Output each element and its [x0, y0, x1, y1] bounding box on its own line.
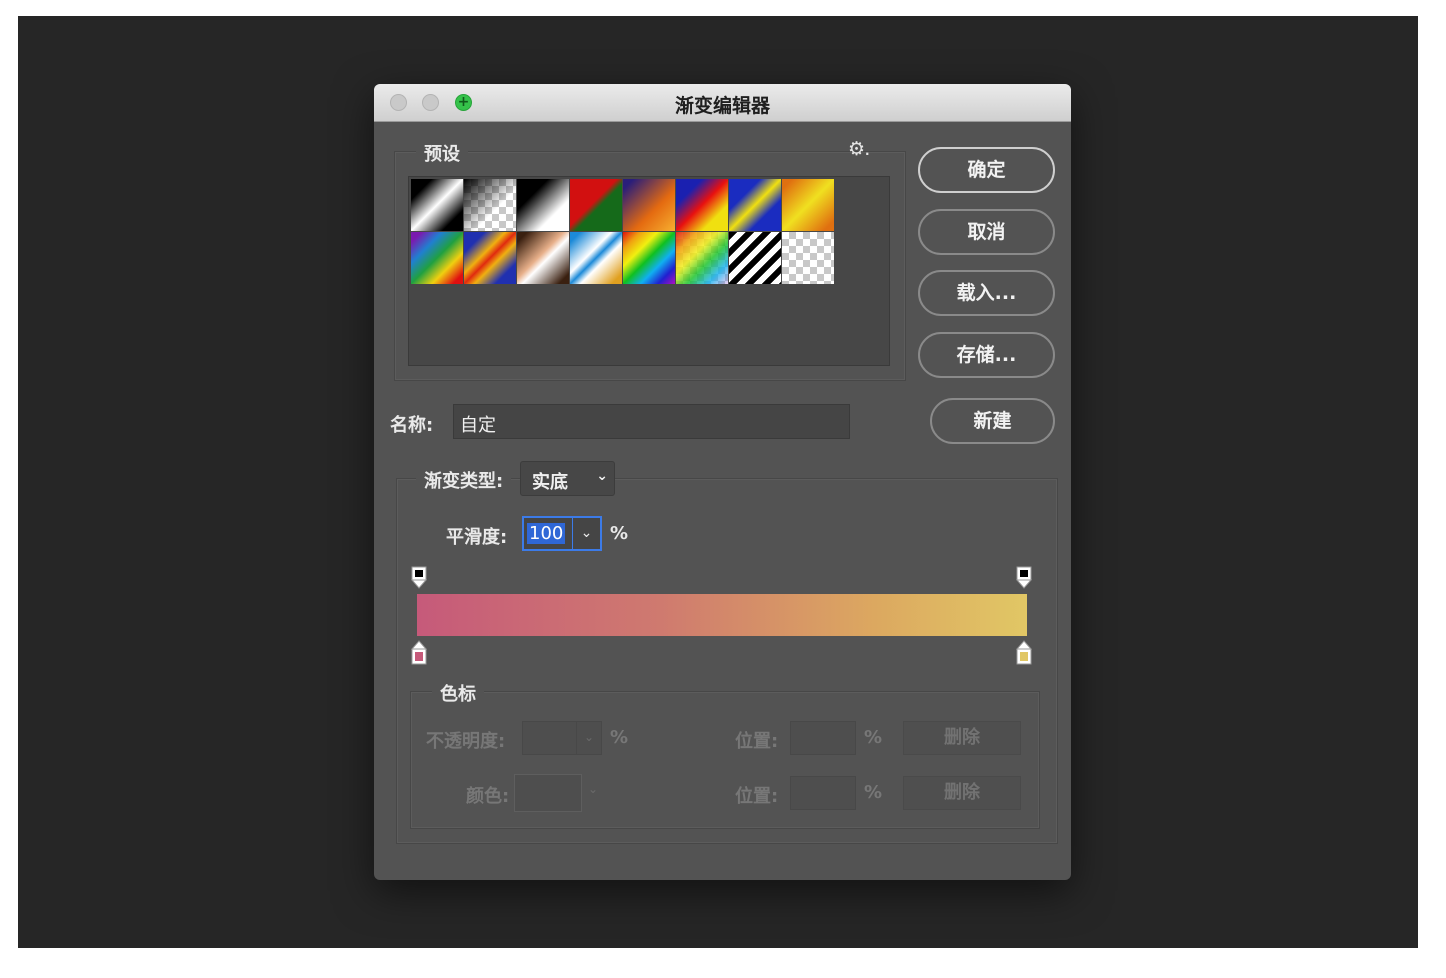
- smoothness-input[interactable]: 100 ⌄: [522, 516, 602, 551]
- preset-swatch[interactable]: [570, 179, 622, 231]
- preset-swatch[interactable]: [623, 179, 675, 231]
- gradient-type-label: 渐变类型:: [416, 467, 512, 493]
- chevron-down-icon: ⌄: [596, 468, 608, 484]
- presets-grid: [408, 176, 890, 366]
- preset-swatch[interactable]: [411, 232, 463, 284]
- title-bar[interactable]: + 渐变编辑器: [374, 84, 1071, 122]
- name-label: 名称:: [390, 415, 434, 436]
- save-button[interactable]: 存储...: [918, 332, 1055, 378]
- color-location-input[interactable]: [790, 776, 856, 810]
- preset-swatch[interactable]: [623, 232, 675, 284]
- presets-gear-icon[interactable]: ⚙.: [848, 138, 870, 160]
- smoothness-dropdown-icon[interactable]: ⌄: [572, 518, 600, 549]
- window-title: 渐变编辑器: [674, 95, 770, 117]
- name-input[interactable]: 自定: [453, 404, 850, 439]
- color-dropdown-icon[interactable]: ⌄: [588, 782, 598, 796]
- name-value: 自定: [460, 415, 496, 436]
- preset-swatch[interactable]: [729, 232, 781, 284]
- preset-swatch[interactable]: [411, 179, 463, 231]
- opacity-delete-button[interactable]: 删除: [903, 721, 1021, 755]
- preset-swatch[interactable]: [464, 232, 516, 284]
- preset-swatch[interactable]: [782, 179, 834, 231]
- color-label: 颜色:: [466, 786, 510, 807]
- color-stops-label: 色标: [432, 680, 484, 706]
- preset-swatch[interactable]: [729, 179, 781, 231]
- color-stop-right[interactable]: [1015, 640, 1033, 666]
- opacity-dropdown-icon: ⌄: [576, 722, 601, 754]
- load-button[interactable]: 载入...: [918, 270, 1055, 316]
- gradient-type-select[interactable]: 实底 ⌄: [520, 461, 615, 496]
- smoothness-label: 平滑度:: [446, 527, 508, 548]
- preset-swatch[interactable]: [517, 232, 569, 284]
- opacity-location-unit: %: [864, 727, 883, 748]
- gradient-editor-dialog: + 渐变编辑器 预设 ⚙. 确定 取消 载入... 存储... 新建 名称: 自…: [374, 84, 1071, 880]
- opacity-unit: %: [610, 727, 629, 748]
- smoothness-unit: %: [610, 523, 629, 544]
- opacity-label: 不透明度:: [426, 731, 506, 752]
- cancel-button[interactable]: 取消: [918, 209, 1055, 255]
- preset-swatch[interactable]: [517, 179, 569, 231]
- color-delete-button[interactable]: 删除: [903, 776, 1021, 810]
- preset-swatch[interactable]: [464, 179, 516, 231]
- presets-label: 预设: [416, 140, 468, 166]
- preset-swatch[interactable]: [570, 232, 622, 284]
- color-location-label: 位置:: [735, 786, 779, 807]
- opacity-input[interactable]: ⌄: [522, 721, 602, 755]
- gradient-type-value: 实底: [532, 472, 568, 493]
- preset-swatch[interactable]: [676, 179, 728, 231]
- opacity-location-input[interactable]: [790, 721, 856, 755]
- color-swatch[interactable]: [514, 774, 582, 812]
- opacity-stop-left[interactable]: [410, 566, 428, 589]
- smoothness-value: 100: [527, 523, 566, 544]
- color-stop-left[interactable]: [410, 640, 428, 666]
- preset-swatch[interactable]: [782, 232, 834, 284]
- opacity-location-label: 位置:: [735, 731, 779, 752]
- color-location-unit: %: [864, 782, 883, 803]
- gradient-preview-bar[interactable]: [417, 594, 1027, 636]
- new-button[interactable]: 新建: [930, 398, 1055, 444]
- preset-swatch[interactable]: [676, 232, 728, 284]
- ok-button[interactable]: 确定: [918, 147, 1055, 193]
- opacity-stop-right[interactable]: [1015, 566, 1033, 589]
